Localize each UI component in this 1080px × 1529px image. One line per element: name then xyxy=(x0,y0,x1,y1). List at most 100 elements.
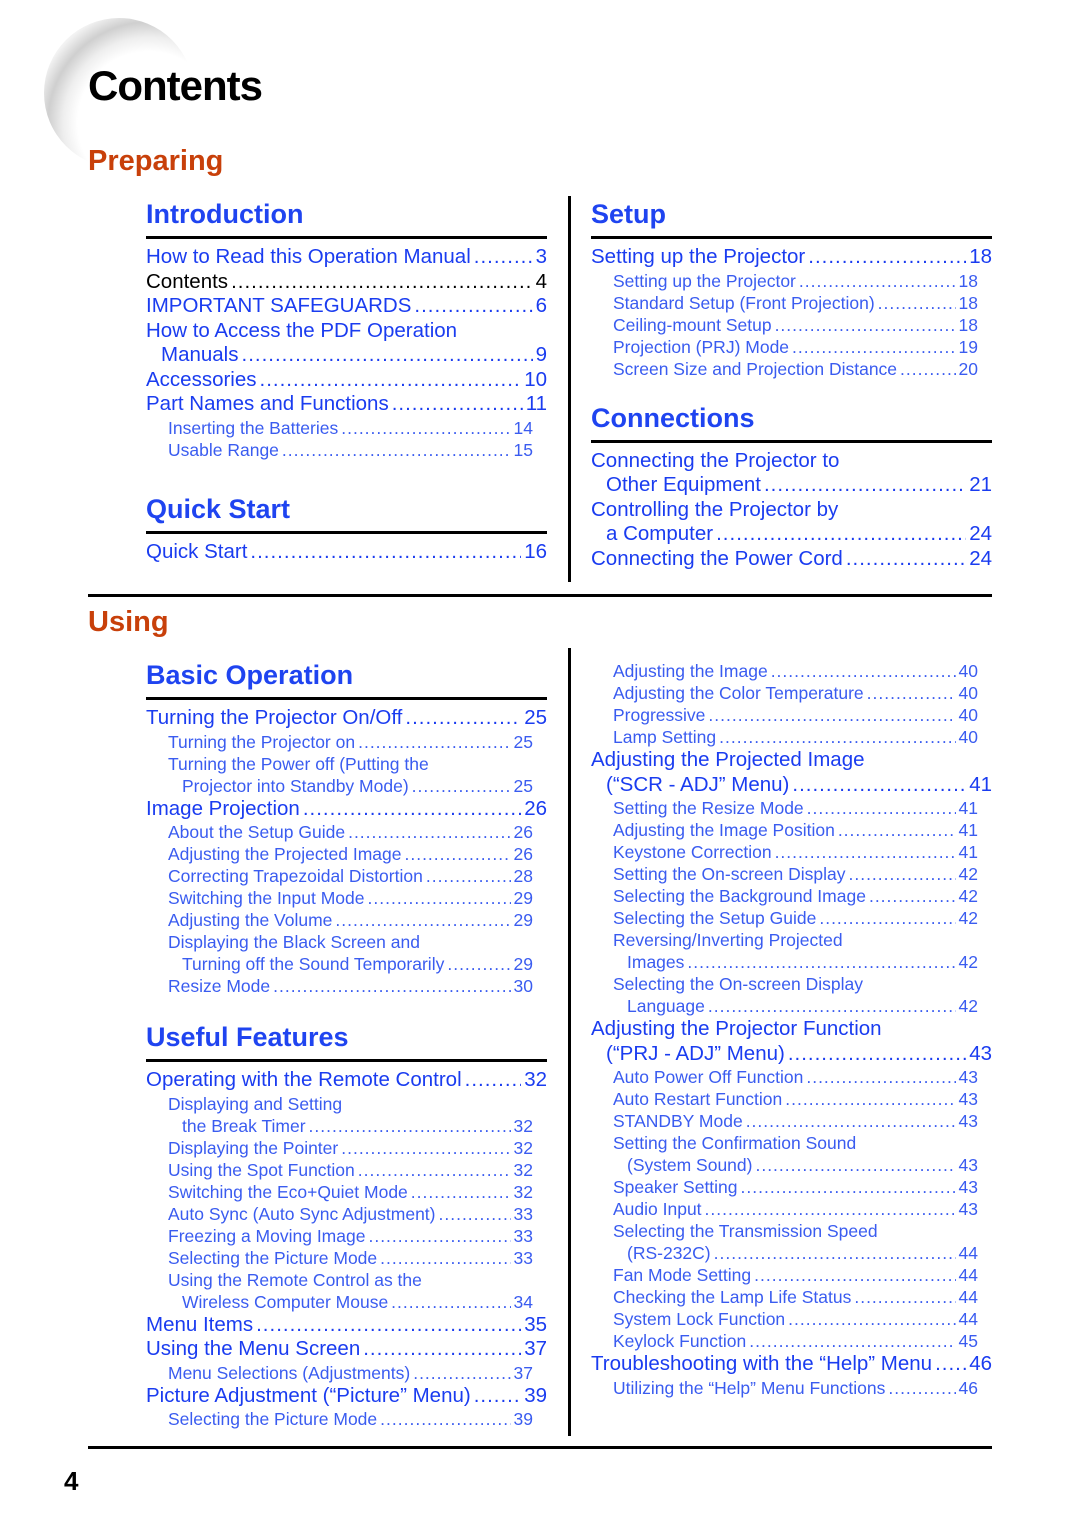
toc-page-number: 42 xyxy=(958,996,978,1016)
toc-subentry[interactable]: Auto Restart Function 43 xyxy=(591,1088,992,1110)
toc-entry-title: Resize Mode xyxy=(168,976,271,996)
toc-page-number: 25 xyxy=(513,775,533,796)
toc-subentry[interactable]: Setting the On-screen Display 42 xyxy=(591,863,992,885)
toc-entry[interactable]: Operating with the Remote Control 32 xyxy=(146,1068,547,1093)
toc-subentry[interactable]: Freezing a Moving Image 33 xyxy=(146,1225,547,1247)
toc-subentry[interactable]: Setting the Resize Mode 41 xyxy=(591,797,992,819)
toc-subentry[interactable]: Language 42 xyxy=(591,995,992,1017)
toc-entry[interactable]: Image Projection 26 xyxy=(146,797,547,822)
toc-entry[interactable]: Menu Items 35 xyxy=(146,1313,547,1338)
toc-subentry[interactable]: Keystone Correction 41 xyxy=(591,841,992,863)
leader-dots xyxy=(788,1308,955,1330)
toc-subentry[interactable]: Displaying the Pointer 32 xyxy=(146,1137,547,1159)
toc-entry-title: About the Setup Guide xyxy=(168,822,346,842)
toc-subentry[interactable]: Keylock Function 45 xyxy=(591,1330,992,1352)
toc-subentry[interactable]: Usable Range 15 xyxy=(146,439,547,461)
toc-subentry[interactable]: Fan Mode Setting 44 xyxy=(591,1264,992,1286)
toc-entry[interactable]: Turning the Projector On/Off 25 xyxy=(146,706,547,731)
toc-subentry[interactable]: Inserting the Batteries 14 xyxy=(146,417,547,439)
toc-entry[interactable]: Accessories 10 xyxy=(146,368,547,393)
toc-entry[interactable]: Troubleshooting with the “Help” Menu 46 xyxy=(591,1352,992,1377)
toc-subentry[interactable]: About the Setup Guide 26 xyxy=(146,821,547,843)
toc-subentry[interactable]: Adjusting the Image Position 41 xyxy=(591,819,992,841)
toc-entry[interactable]: Other Equipment 21 xyxy=(591,473,992,498)
leader-dots xyxy=(716,522,966,547)
toc-entry[interactable]: Connecting the Power Cord 24 xyxy=(591,547,992,572)
toc-entry[interactable]: Part Names and Functions 11 xyxy=(146,392,547,417)
toc-subentry[interactable]: (RS-232C) 44 xyxy=(591,1242,992,1264)
toc-subentry[interactable]: Adjusting the Color Temperature 40 xyxy=(591,682,992,704)
leader-dots xyxy=(799,270,956,292)
toc-entry[interactable]: How to Read this Operation Manual 3 xyxy=(146,245,547,270)
toc-subentry[interactable]: Ceiling-mount Setup 18 xyxy=(591,314,992,336)
toc-entry[interactable]: Quick Start 16 xyxy=(146,540,547,565)
toc-entry[interactable]: IMPORTANT SAFEGUARDS 6 xyxy=(146,294,547,319)
toc-subentry[interactable]: Speaker Setting 43 xyxy=(591,1176,992,1198)
toc-entry-line1[interactable]: How to Access the PDF Operation xyxy=(146,319,547,344)
toc-subentry[interactable]: Audio Input 43 xyxy=(591,1198,992,1220)
toc-entry-line1[interactable]: Adjusting the Projected Image xyxy=(591,748,992,773)
toc-entry-title: Language xyxy=(627,996,705,1016)
toc-subentry-line1[interactable]: Displaying and Setting xyxy=(146,1093,547,1115)
toc-subentry[interactable]: the Break Timer 32 xyxy=(146,1115,547,1137)
toc-subentry-line1[interactable]: Reversing/Inverting Projected xyxy=(591,929,992,951)
toc-entry-line1[interactable]: Controlling the Projector by xyxy=(591,498,992,523)
toc-page-number: 41 xyxy=(958,842,978,862)
toc-subentry[interactable]: Projector into Standby Mode) 25 xyxy=(146,775,547,797)
toc-subentry[interactable]: Checking the Lamp Life Status 44 xyxy=(591,1286,992,1308)
toc-subentry[interactable]: Images 42 xyxy=(591,951,992,973)
toc-entry[interactable]: Using the Menu Screen 37 xyxy=(146,1337,547,1362)
toc-subentry[interactable]: Selecting the Picture Mode 33 xyxy=(146,1247,547,1269)
toc-entry-line1[interactable]: Adjusting the Projector Function xyxy=(591,1017,992,1042)
toc-subentry[interactable]: Auto Power Off Function 43 xyxy=(591,1066,992,1088)
toc-subentry-line1[interactable]: Using the Remote Control as the xyxy=(146,1269,547,1291)
toc-subentry[interactable]: System Lock Function 44 xyxy=(591,1308,992,1330)
leader-dots xyxy=(764,473,966,498)
toc-entry[interactable]: (“PRJ - ADJ” Menu) 43 xyxy=(591,1042,992,1067)
toc-subentry[interactable]: Utilizing the “Help” Menu Functions 46 xyxy=(591,1377,992,1399)
toc-subentry-line1[interactable]: Selecting the Transmission Speed xyxy=(591,1220,992,1242)
toc-subentry[interactable]: Turning the Projector on 25 xyxy=(146,731,547,753)
toc-subentry[interactable]: Standard Setup (Front Projection) 18 xyxy=(591,292,992,314)
toc-subentry[interactable]: Adjusting the Projected Image 26 xyxy=(146,843,547,865)
preparing-right-column: Setup Setting up the Projector18Setting … xyxy=(591,196,992,571)
toc-subentry[interactable]: Projection (PRJ) Mode 19 xyxy=(591,336,992,358)
toc-subentry[interactable]: Switching the Eco+Quiet Mode 32 xyxy=(146,1181,547,1203)
toc-subentry[interactable]: Correcting Trapezoidal Distortion 28 xyxy=(146,865,547,887)
toc-subentry[interactable]: Selecting the Picture Mode 39 xyxy=(146,1408,547,1430)
toc-entry-title: Adjusting the Color Temperature xyxy=(613,683,864,703)
toc-entry[interactable]: (“SCR - ADJ” Menu) 41 xyxy=(591,773,992,798)
toc-subentry[interactable]: Auto Sync (Auto Sync Adjustment) 33 xyxy=(146,1203,547,1225)
toc-subentry-line1[interactable]: Displaying the Black Screen and xyxy=(146,931,547,953)
toc-subentry[interactable]: Turning off the Sound Temporarily 29 xyxy=(146,953,547,975)
toc-subentry[interactable]: Menu Selections (Adjustments) 37 xyxy=(146,1362,547,1384)
toc-entry-title: Auto Power Off Function xyxy=(613,1067,804,1087)
toc-entry[interactable]: Setting up the Projector 18 xyxy=(591,245,992,270)
toc-subentry[interactable]: Screen Size and Projection Distance 20 xyxy=(591,358,992,380)
toc-subentry[interactable]: Selecting the Background Image 42 xyxy=(591,885,992,907)
toc-page-number: 33 xyxy=(513,1225,533,1246)
leader-dots xyxy=(380,1408,510,1430)
toc-subentry[interactable]: Wireless Computer Mouse 34 xyxy=(146,1291,547,1313)
toc-entry[interactable]: a Computer 24 xyxy=(591,522,992,547)
toc-entry-title: Audio Input xyxy=(613,1199,702,1219)
toc-subentry[interactable]: Lamp Setting 40 xyxy=(591,726,992,748)
leader-dots xyxy=(404,843,510,865)
toc-subentry[interactable]: Setting up the Projector 18 xyxy=(591,270,992,292)
toc-entry[interactable]: Contents 4 xyxy=(146,270,547,295)
toc-subentry[interactable]: STANDBY Mode 43 xyxy=(591,1110,992,1132)
toc-entry[interactable]: Picture Adjustment (“Picture” Menu) 39 xyxy=(146,1384,547,1409)
toc-subentry[interactable]: Selecting the Setup Guide 42 xyxy=(591,907,992,929)
toc-subentry[interactable]: Progressive 40 xyxy=(591,704,992,726)
toc-entry-line1[interactable]: Connecting the Projector to xyxy=(591,449,992,474)
toc-subentry[interactable]: Using the Spot Function 32 xyxy=(146,1159,547,1181)
toc-subentry-line1[interactable]: Turning the Power off (Putting the xyxy=(146,753,547,775)
toc-subentry-line1[interactable]: Setting the Confirmation Sound xyxy=(591,1132,992,1154)
toc-subentry[interactable]: Adjusting the Volume 29 xyxy=(146,909,547,931)
toc-subentry[interactable]: Resize Mode 30 xyxy=(146,975,547,997)
toc-subentry-line1[interactable]: Selecting the On-screen Display xyxy=(591,973,992,995)
toc-subentry[interactable]: Switching the Input Mode 29 xyxy=(146,887,547,909)
toc-subentry[interactable]: Adjusting the Image 40 xyxy=(591,660,992,682)
toc-entry[interactable]: Manuals 9 xyxy=(146,343,547,368)
toc-subentry[interactable]: (System Sound) 43 xyxy=(591,1154,992,1176)
